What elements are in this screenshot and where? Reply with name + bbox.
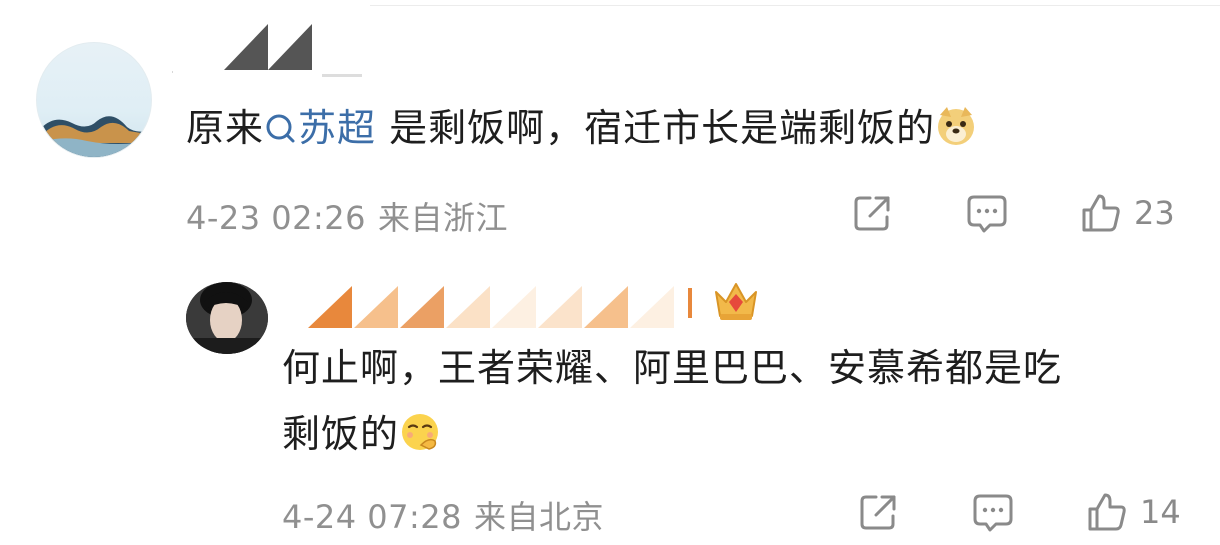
share-button[interactable] [852,193,894,233]
comment-button[interactable] [966,193,1008,235]
comment-text-before: 原来 [186,106,265,150]
avatar[interactable] [36,42,152,158]
comment-location: 来自北京 [474,498,605,536]
comment-icon [967,195,1007,233]
masked-username [172,24,362,77]
comment-text-continued: 剩饭的 [282,408,1212,460]
comment-meta: 4-23 02:26 来自浙江 [186,193,508,239]
comment-location: 来自浙江 [378,199,509,237]
comment-text-after: 是剩饭啊，宿迁市长是端剩饭的 [376,106,936,150]
comment-time: 4-23 02:26 [186,199,367,237]
comment-meta: 4-24 07:28 来自北京 [282,492,604,538]
comment-icon [973,494,1013,532]
doge-emoji [938,107,975,145]
like-count: 23 [1134,194,1175,232]
topic-link[interactable]: 苏超 [264,106,376,150]
thumbs-up-icon [1088,493,1126,531]
comment-button[interactable] [972,492,1014,534]
avatar[interactable] [186,282,268,354]
share-icon [860,495,896,530]
comment-time: 4-24 07:28 [282,498,463,536]
thumbs-up-icon [1082,194,1120,232]
comment-text: 何止啊，王者荣耀、阿里巴巴、安慕希都是吃 [282,346,1063,390]
search-icon [266,114,295,143]
smirk-hand-emoji [402,414,439,450]
comment-text-line2: 剩饭的 [282,412,400,456]
like-button[interactable]: 23 [1080,192,1175,234]
share-button[interactable] [858,492,900,532]
top-divider [370,5,1220,6]
topic-label: 苏超 [298,106,377,150]
share-icon [854,196,890,231]
comment-text: 原来 苏超 是剩饭啊，宿迁市长是端剩饭的 [186,102,1186,154]
like-button[interactable]: 14 [1086,491,1181,533]
like-count: 14 [1140,493,1181,531]
crown-icon [715,283,757,320]
masked-username [308,286,692,328]
